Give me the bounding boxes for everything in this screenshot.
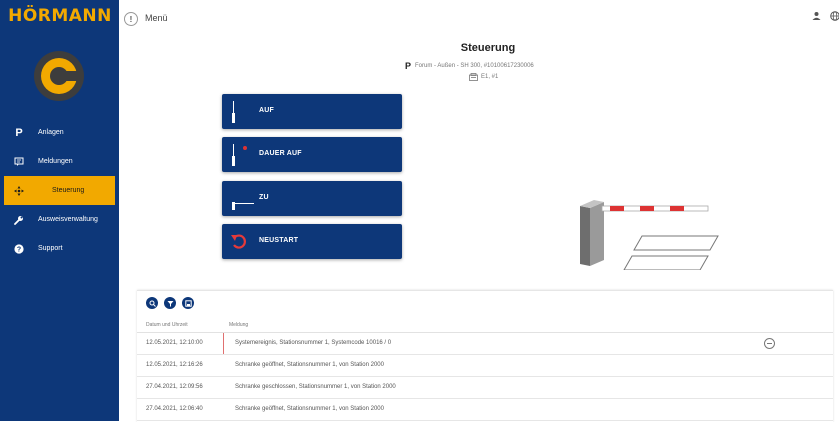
restart-button[interactable]: NEUSTART: [222, 224, 402, 259]
row-highlight-marker: [223, 333, 224, 354]
question-icon: ?: [13, 243, 25, 255]
menu-label[interactable]: Menü: [145, 13, 168, 23]
row-message: Systemereignis, Stationsnummer 1, System…: [235, 340, 392, 346]
page-title: Steuerung: [460, 42, 516, 54]
device-location: E1, #1: [469, 73, 498, 81]
top-bar: ! Menü: [119, 0, 839, 36]
device-icon: [469, 73, 478, 81]
table-header: Datum und Uhrzeit Meldung: [137, 318, 833, 333]
open-label: AUF: [259, 107, 274, 114]
table-row[interactable]: 12.05.2021, 12:10:00 Systemereignis, Sta…: [137, 333, 833, 355]
wrench-icon: [13, 214, 25, 226]
device-name: Forum - Außen - SH 300, #10100617230006: [415, 63, 534, 69]
table-toolbar: [146, 297, 194, 309]
control-icon: [13, 185, 25, 197]
search-icon[interactable]: [146, 297, 158, 309]
sidebar-item-meldungen[interactable]: Meldungen: [0, 147, 119, 176]
sidebar-item-label: Meldungen: [38, 158, 73, 165]
table-row[interactable]: 12.05.2021, 12:16:26 Schranke geöffnet, …: [137, 355, 833, 377]
globe-icon[interactable]: [830, 11, 839, 21]
sidebar: HÖRMANN P Anlagen Meldungen Steuerung Au…: [0, 0, 119, 421]
sidebar-item-support[interactable]: ? Support: [0, 234, 119, 263]
sidebar-item-ausweisverwaltung[interactable]: Ausweisverwaltung: [0, 205, 119, 234]
barrier-down-icon: [232, 202, 254, 210]
event-table: Datum und Uhrzeit Meldung 12.05.2021, 12…: [137, 290, 833, 422]
table-row[interactable]: 27.04.2021, 12:09:56 Schranke geschlosse…: [137, 377, 833, 399]
device-subtitle: P Forum - Außen - SH 300, #1010061723000…: [405, 61, 534, 71]
column-header-datetime[interactable]: Datum und Uhrzeit: [146, 322, 188, 328]
svg-text:?: ?: [17, 246, 21, 253]
location-label: E1, #1: [481, 74, 499, 80]
sidebar-item-label: Ausweisverwaltung: [38, 216, 98, 223]
restart-icon: [231, 234, 246, 249]
brand-logo: HÖRMANN: [8, 6, 112, 26]
table-row[interactable]: 27.04.2021, 12:06:40 Schranke geöffnet, …: [137, 399, 833, 421]
sidebar-item-steuerung[interactable]: Steuerung: [4, 176, 115, 205]
sidebar-item-anlagen[interactable]: P Anlagen: [0, 118, 119, 147]
filter-icon[interactable]: [164, 297, 176, 309]
barrier-illustration: [580, 200, 719, 270]
column-header-message[interactable]: Meldung: [229, 322, 248, 328]
p-icon: P: [405, 61, 412, 71]
row-datetime: 12.05.2021, 12:10:00: [146, 340, 203, 346]
message-icon: [13, 156, 25, 168]
sidebar-item-label: Steuerung: [52, 187, 85, 194]
p-icon: P: [15, 126, 23, 139]
row-message: Schranke geschlossen, Stationsnummer 1, …: [235, 384, 396, 390]
permanent-open-button[interactable]: DAUER AUF: [222, 137, 402, 172]
close-label: ZU: [259, 194, 269, 201]
row-datetime: 27.04.2021, 12:09:56: [146, 384, 203, 390]
sidebar-item-label: Support: [38, 245, 63, 252]
close-button[interactable]: ZU: [222, 181, 402, 216]
row-datetime: 27.04.2021, 12:06:40: [146, 406, 203, 412]
hormann-emblem-icon: [34, 51, 84, 101]
sidebar-item-label: Anlagen: [38, 129, 64, 136]
save-icon[interactable]: [182, 297, 194, 309]
barrier-up-icon: [232, 101, 235, 123]
restart-label: NEUSTART: [259, 237, 299, 244]
barrier-permanent-up-icon: [232, 144, 247, 166]
user-icon[interactable]: [812, 11, 821, 21]
collapse-icon[interactable]: [764, 338, 775, 349]
row-datetime: 12.05.2021, 12:16:26: [146, 362, 203, 368]
row-message: Schranke geöffnet, Stationsnummer 1, von…: [235, 362, 384, 368]
menu-icon[interactable]: !: [124, 12, 138, 26]
sidebar-nav: P Anlagen Meldungen Steuerung Ausweisver…: [0, 118, 119, 263]
row-message: Schranke geöffnet, Stationsnummer 1, von…: [235, 406, 384, 412]
permanent-open-label: DAUER AUF: [259, 150, 302, 157]
open-button[interactable]: AUF: [222, 94, 402, 129]
